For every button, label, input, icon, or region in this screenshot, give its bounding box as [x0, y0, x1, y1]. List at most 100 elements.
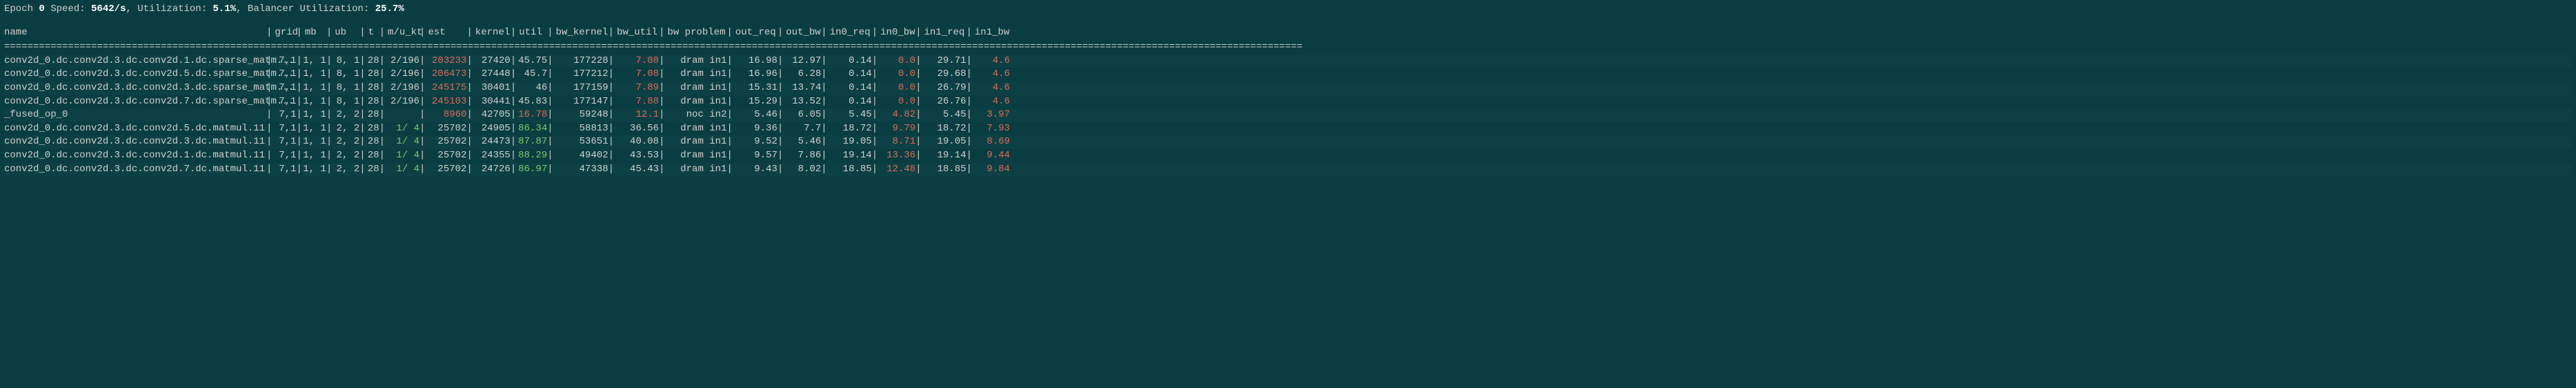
column-separator: | — [511, 122, 516, 136]
column-separator: | — [419, 26, 425, 40]
column-separator: | — [466, 135, 472, 149]
column-separator: | — [359, 55, 365, 68]
column-separator: | — [608, 55, 614, 68]
column-separator: | — [659, 122, 664, 136]
cell-grid: 7,1 — [272, 68, 296, 81]
column-separator: | — [466, 95, 472, 109]
column-separator: | — [266, 55, 272, 68]
column-separator: | — [915, 81, 921, 95]
column-separator: | — [915, 108, 921, 122]
column-separator: | — [379, 68, 385, 81]
column-separator: | — [777, 108, 783, 122]
column-separator: | — [915, 163, 921, 177]
cell-kernel: 30401 — [473, 81, 511, 95]
column-separator: | — [419, 163, 425, 177]
column-separator: | — [726, 95, 732, 109]
column-separator: | — [379, 122, 385, 136]
column-separator: | — [608, 149, 614, 163]
cell-bw_util: 45.43 — [614, 163, 659, 177]
col-header-mb: mb — [302, 26, 326, 40]
column-separator: | — [659, 55, 664, 68]
column-separator: | — [547, 81, 553, 95]
column-separator: | — [659, 163, 664, 177]
column-separator: | — [967, 68, 972, 81]
col-header-name: name — [4, 26, 266, 40]
cell-mukt: 1/ 4 — [385, 163, 419, 177]
column-separator: | — [359, 68, 365, 81]
column-separator: | — [466, 55, 472, 68]
cell-grid: 7,1 — [272, 163, 296, 177]
cell-in0_req: 0.14 — [827, 81, 872, 95]
column-separator: | — [726, 108, 732, 122]
col-header-in0_bw: in0_bw — [878, 26, 915, 40]
bal-label: , Balancer Utilization: — [236, 3, 369, 14]
column-separator: | — [726, 26, 732, 40]
column-separator: | — [547, 68, 553, 81]
cell-bw_problem: dram in1 — [664, 135, 726, 149]
cell-out_bw: 12.97 — [783, 55, 821, 68]
cell-mukt: 2/196 — [385, 68, 419, 81]
cell-name: _fused_op_0 — [4, 108, 266, 122]
col-header-out_bw: out_bw — [783, 26, 821, 40]
cell-in1_req: 18.72 — [922, 122, 967, 136]
column-separator: | — [379, 81, 385, 95]
column-separator: | — [915, 122, 921, 136]
cell-grid: 7,1 — [272, 122, 296, 136]
separator-row: ========================================… — [4, 41, 2572, 55]
cell-ub: 8, 1 — [332, 68, 359, 81]
cell-bw_util: 7.08 — [614, 55, 659, 68]
cell-name: conv2d_0.dc.conv2d.3.dc.conv2d.5.dc.spar… — [4, 68, 266, 81]
column-separator: | — [872, 26, 878, 40]
cell-mukt: 1/ 4 — [385, 135, 419, 149]
cell-grid: 7,1 — [272, 135, 296, 149]
cell-t: 28 — [366, 108, 379, 122]
column-separator: | — [967, 55, 972, 68]
cell-ub: 2, 2 — [332, 163, 359, 177]
column-separator: | — [608, 108, 614, 122]
cell-bw_problem: dram in1 — [664, 122, 726, 136]
column-separator: | — [379, 108, 385, 122]
cell-kernel: 27420 — [473, 55, 511, 68]
cell-grid: 7,1 — [272, 81, 296, 95]
column-separator: | — [296, 81, 301, 95]
cell-in0_bw: 0.0 — [878, 55, 915, 68]
cell-bw_util: 40.08 — [614, 135, 659, 149]
column-separator: | — [915, 135, 921, 149]
col-header-in0_req: in0_req — [827, 26, 872, 40]
column-separator: | — [379, 163, 385, 177]
column-separator: | — [821, 81, 826, 95]
cell-bw_kernel: 58813 — [553, 122, 608, 136]
column-separator: | — [872, 135, 878, 149]
cell-in0_req: 5.45 — [827, 108, 872, 122]
column-separator: | — [726, 55, 732, 68]
cell-in0_bw: 12.48 — [878, 163, 915, 177]
cell-name: conv2d_0.dc.conv2d.3.dc.conv2d.5.dc.matm… — [4, 122, 266, 136]
cell-bw_problem: dram in1 — [664, 163, 726, 177]
cell-grid: 7,1 — [272, 55, 296, 68]
column-separator: | — [821, 68, 826, 81]
column-separator: | — [872, 163, 878, 177]
cell-mb: 1, 1 — [302, 55, 326, 68]
column-separator: | — [659, 26, 664, 40]
column-separator: | — [915, 95, 921, 109]
cell-bw_util: 12.1 — [614, 108, 659, 122]
column-separator: | — [379, 149, 385, 163]
column-separator: | — [821, 55, 826, 68]
cell-out_bw: 6.28 — [783, 68, 821, 81]
column-separator: | — [326, 163, 332, 177]
table-body: conv2d_0.dc.conv2d.3.dc.conv2d.1.dc.spar… — [4, 55, 2572, 176]
cell-util: 86.97 — [516, 163, 547, 177]
column-separator: | — [967, 135, 972, 149]
column-separator: | — [359, 122, 365, 136]
cell-mb: 1, 1 — [302, 122, 326, 136]
cell-in0_req: 18.85 — [827, 163, 872, 177]
status-line: Epoch 0 Speed: 5642/s, Utilization: 5.1%… — [4, 3, 2572, 17]
cell-out_req: 5.46 — [733, 108, 777, 122]
cell-bw_kernel: 49402 — [553, 149, 608, 163]
table-header: name | grid | mb | ub | t | m/u_kt | est… — [4, 26, 2572, 40]
column-separator: | — [266, 95, 272, 109]
epoch-label: Epoch — [4, 3, 33, 14]
cell-kernel: 27448 — [473, 68, 511, 81]
column-separator: | — [821, 95, 826, 109]
column-separator: | — [379, 95, 385, 109]
